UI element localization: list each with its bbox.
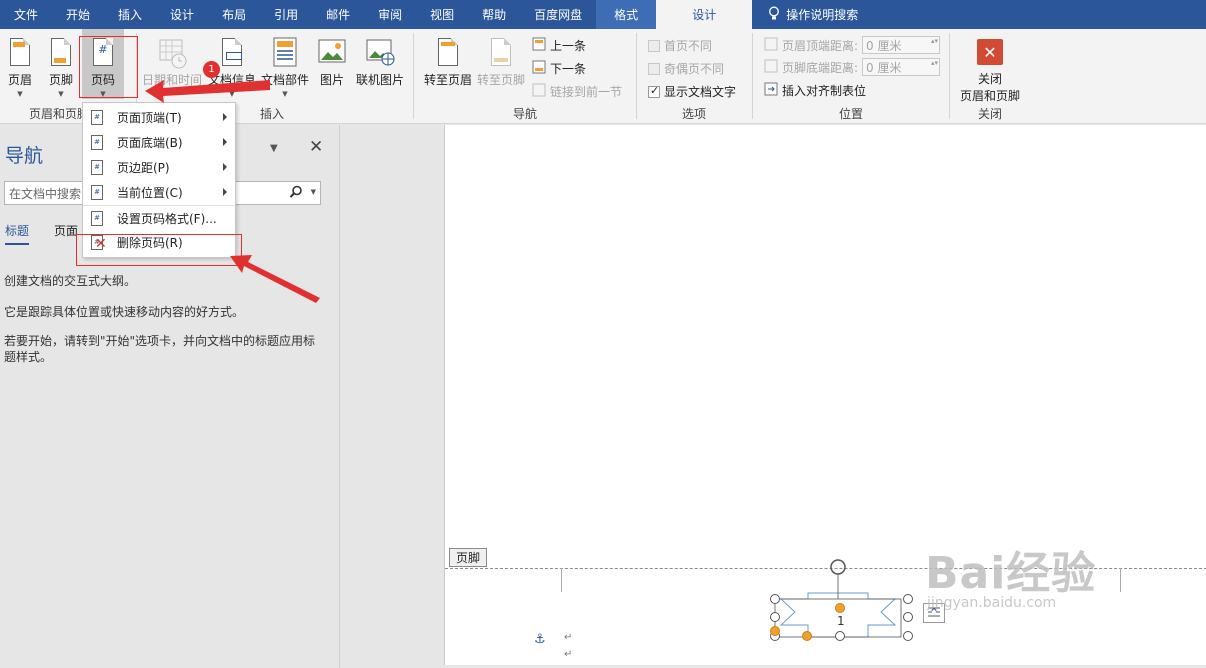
step-badge: 1 bbox=[203, 61, 220, 78]
arrow-to-page-number bbox=[145, 80, 270, 103]
watermark-brand: Bai经验 bbox=[925, 548, 1097, 599]
arrow-to-remove-page-numbers bbox=[230, 255, 320, 303]
watermark: Bai经验 jingyan.baidu.com bbox=[925, 537, 1096, 611]
